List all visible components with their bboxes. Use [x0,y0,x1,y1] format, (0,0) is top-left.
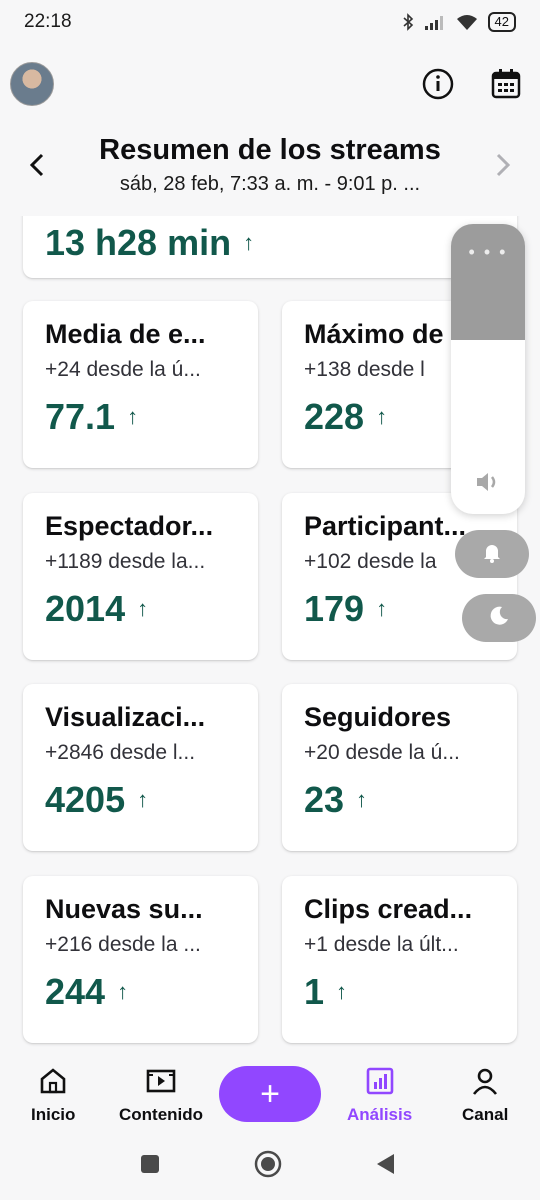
stat-card[interactable]: Clips cread... +1 desde la últ... 1 ↑ [282,876,517,1043]
stat-value: 1 ↑ [304,971,495,1013]
arrow-up-icon: ↑ [137,787,149,812]
stat-title: Media de e... [45,319,206,349]
date-range[interactable]: sáb, 28 feb, 7:33 a. m. - 9:01 p. ... [0,173,540,196]
stat-value-text: 228 [304,396,365,437]
stat-change: +2846 desde l... [45,741,196,764]
stat-change: +24 desde la ú... [45,358,201,381]
stat-change: +20 desde la ú... [304,741,460,764]
speaker-icon[interactable] [451,470,525,494]
stat-title: Visualizaci... [45,702,206,732]
ringer-toggle[interactable] [455,530,529,578]
stat-card[interactable]: Visualizaci... +2846 desde l... 4205 ↑ [23,684,258,851]
recent-apps-icon[interactable] [140,1154,160,1179]
stat-title: Espectador... [45,511,214,541]
arrow-up-icon: ↑ [137,596,149,621]
stat-card[interactable]: Media de e... +24 desde la ú... 77.1 ↑ [23,301,258,468]
stat-change: +216 desde la ... [45,933,201,956]
stat-value: 13 h28 min ↑ [45,222,495,264]
nav-label: Análisis [347,1105,413,1124]
wifi-icon [456,14,478,30]
stat-card[interactable]: Espectador... +1189 desde la... 2014 ↑ [23,493,258,660]
dnd-toggle[interactable] [462,594,536,642]
stat-value: 77.1 ↑ [45,396,236,438]
stat-title: Clips cread... [304,894,473,924]
stat-value-text: 4205 [45,779,126,820]
arrow-up-icon: ↑ [127,404,139,429]
volume-slider[interactable]: • • • [451,224,525,514]
stat-card[interactable]: Nuevas su... +216 desde la ... 244 ↑ [23,876,258,1043]
arrow-up-icon: ↑ [336,979,348,1004]
nav-item-contenido[interactable]: Contenido [119,1066,203,1125]
nav-item-analisis[interactable]: Análisis [347,1066,412,1125]
arrow-up-icon: ↑ [117,979,129,1004]
stat-value-text: 13 h28 min [45,222,232,263]
chevron-right-icon[interactable] [492,152,514,183]
stat-value: 23 ↑ [304,779,495,821]
nav-label: Canal [462,1105,509,1124]
status-bar: 22:18 42 [0,0,540,44]
stat-value-text: 77.1 [45,396,116,437]
bell-icon [480,540,504,569]
stat-title: Nuevas su... [45,894,203,924]
content-video-icon [145,1066,177,1101]
arrow-up-icon: ↑ [356,787,368,812]
stat-card-duration[interactable]: 13 h28 min ↑ [23,216,517,278]
arrow-up-icon: ↑ [376,404,388,429]
stat-change: +1189 desde la... [45,550,206,573]
arrow-up-icon: ↑ [376,596,388,621]
status-icons: 42 [402,12,516,32]
stat-change: +1 desde la últ... [304,933,459,956]
system-nav-bar [0,1136,540,1200]
top-bar [0,54,540,116]
analytics-icon [365,1066,395,1101]
summary-header: Resumen de los streams sáb, 28 feb, 7:33… [0,126,540,212]
stat-value-text: 2014 [45,588,126,629]
stat-value: 4205 ↑ [45,779,236,821]
stat-title: Seguidores [304,702,452,732]
more-dots-icon[interactable]: • • • [451,242,525,263]
status-time: 22:18 [24,11,72,32]
signal-icon [424,14,446,30]
moon-icon [487,604,511,633]
stat-value-text: 23 [304,779,345,820]
battery-indicator: 42 [487,12,516,32]
calendar-icon[interactable] [488,66,524,102]
home-icon [38,1066,68,1101]
stat-value-text: 1 [304,971,325,1012]
home-button-icon[interactable] [254,1150,282,1183]
avatar[interactable] [10,62,54,106]
page-title: Resumen de los streams [99,134,441,166]
nav-item-inicio[interactable]: Inicio [31,1066,75,1125]
nav-item-canal[interactable]: Canal [462,1066,508,1125]
stat-value: 244 ↑ [45,971,236,1013]
chevron-left-icon[interactable] [26,152,48,183]
stat-value-text: 244 [45,971,106,1012]
stat-value: 2014 ↑ [45,588,236,630]
bottom-nav: Inicio Contenido + Análisis Canal [0,1054,540,1136]
nav-label: Inicio [31,1105,76,1124]
bluetooth-icon [402,13,414,31]
profile-icon [470,1066,500,1101]
nav-label: Contenido [119,1105,204,1124]
arrow-up-icon: ↑ [243,230,255,255]
info-icon[interactable] [420,66,456,102]
add-button[interactable]: + [219,1066,321,1122]
stat-card[interactable]: Seguidores +20 desde la ú... 23 ↑ [282,684,517,851]
back-icon[interactable] [374,1152,396,1181]
stat-value-text: 179 [304,588,365,629]
